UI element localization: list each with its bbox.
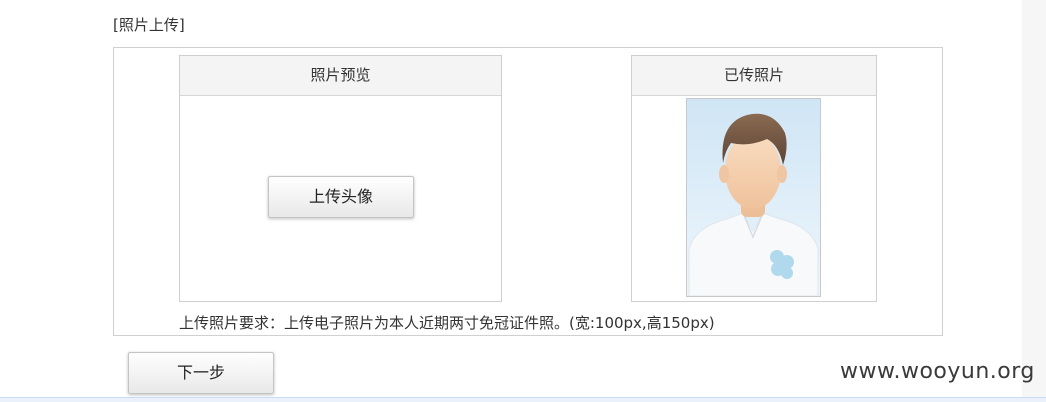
default-avatar-icon bbox=[687, 99, 820, 296]
photo-requirement-text: 上传照片要求：上传电子照片为本人近期两寸免冠证件照。(宽:100px,高150p… bbox=[179, 314, 715, 332]
uploaded-photo bbox=[686, 98, 821, 297]
page-scroll-gutter bbox=[1022, 0, 1046, 401]
next-step-button[interactable]: 下一步 bbox=[128, 352, 274, 394]
watermark-text: www.wooyun.org bbox=[840, 359, 1035, 384]
photo-preview-title: 照片预览 bbox=[180, 56, 501, 96]
bottom-border bbox=[0, 397, 1046, 402]
section-title: [照片上传] bbox=[113, 16, 185, 34]
upload-avatar-button[interactable]: 上传头像 bbox=[268, 176, 414, 218]
uploaded-photo-title: 已传照片 bbox=[632, 56, 876, 96]
